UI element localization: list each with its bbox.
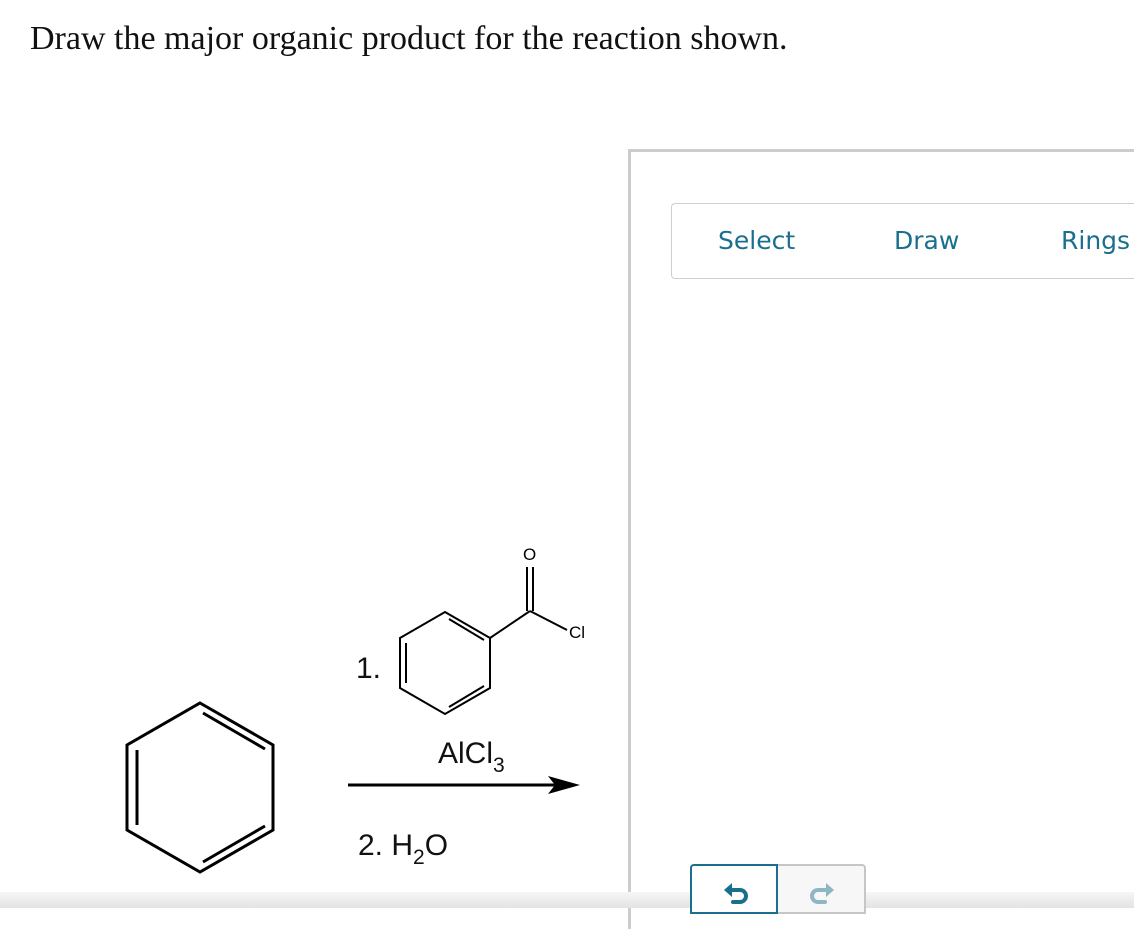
select-tool-button[interactable]: Select <box>718 226 795 255</box>
draw-tool-button[interactable]: Draw <box>894 226 959 255</box>
step2-label: 2. H2O <box>358 829 448 869</box>
reaction-arrow <box>348 776 580 794</box>
rings-tool-button[interactable]: Rings <box>1061 226 1130 255</box>
reagent-chlorine-label: Cl <box>569 623 585 642</box>
redo-button[interactable] <box>778 864 866 914</box>
reagent-oxygen-label: O <box>523 545 536 564</box>
reaction-scheme: 1. O Cl AlCl3 2. H2O <box>125 545 585 874</box>
undo-button[interactable] <box>690 864 778 914</box>
undo-icon <box>724 883 748 904</box>
drawing-editor[interactable]: Select Draw Rings <box>628 149 1134 929</box>
benzene-structure <box>125 701 275 874</box>
redo-icon <box>810 883 834 904</box>
editor-toolbar: Select Draw Rings <box>671 203 1134 279</box>
step1-label: 1. <box>356 652 381 685</box>
bottom-toolbar <box>0 892 1134 908</box>
benzoyl-chloride-structure <box>399 567 568 716</box>
catalyst-label: AlCl3 <box>438 737 505 777</box>
